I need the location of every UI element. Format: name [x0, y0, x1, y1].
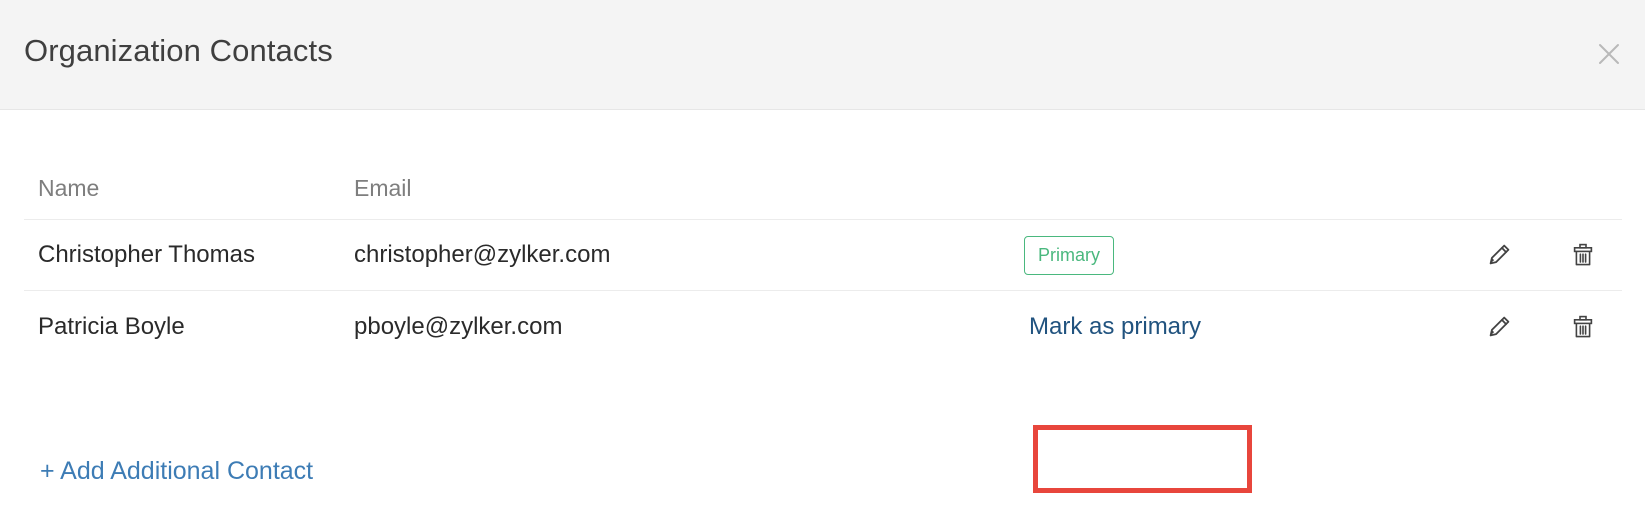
- delete-contact-button[interactable]: [1560, 304, 1606, 350]
- close-button[interactable]: [1591, 36, 1627, 72]
- contact-status-cell: Mark as primary: [1004, 313, 1324, 341]
- contact-status-cell: Primary: [1004, 235, 1324, 275]
- pencil-icon: [1485, 241, 1513, 269]
- add-additional-contact-link[interactable]: + Add Additional Contact: [40, 457, 313, 486]
- contacts-table: Name Email Christopher Thomas christophe…: [24, 158, 1622, 362]
- page-title: Organization Contacts: [24, 33, 333, 68]
- organization-contacts-dialog: Organization Contacts Name Email Christo…: [0, 0, 1645, 512]
- contact-email: pboyle@zylker.com: [354, 312, 563, 340]
- status-badge: Primary: [1024, 235, 1114, 275]
- column-header-email-cell: Email: [344, 175, 1004, 202]
- contact-name: Patricia Boyle: [38, 312, 185, 340]
- mark-as-primary-link[interactable]: Mark as primary: [1029, 313, 1201, 341]
- column-header-name-cell: Name: [24, 175, 344, 202]
- table-row: Christopher Thomas christopher@zylker.co…: [24, 220, 1622, 291]
- edit-contact-button[interactable]: [1476, 304, 1522, 350]
- column-header-name: Name: [38, 175, 100, 201]
- contact-actions-cell: [1324, 304, 1622, 350]
- table-header-row: Name Email: [24, 158, 1622, 220]
- contact-email-cell: pboyle@zylker.com: [344, 313, 1004, 341]
- contact-actions-cell: [1324, 232, 1622, 278]
- contact-name-cell: Patricia Boyle: [24, 313, 344, 341]
- delete-contact-button[interactable]: [1560, 232, 1606, 278]
- close-icon: [1596, 41, 1622, 67]
- edit-contact-button[interactable]: [1476, 232, 1522, 278]
- contact-name-cell: Christopher Thomas: [24, 241, 344, 269]
- table-row: Patricia Boyle pboyle@zylker.com Mark as…: [24, 291, 1622, 362]
- dialog-body: Name Email Christopher Thomas christophe…: [0, 110, 1645, 511]
- pencil-icon: [1485, 313, 1513, 341]
- contact-name: Christopher Thomas: [38, 241, 255, 268]
- contact-email-cell: christopher@zylker.com: [344, 241, 1004, 269]
- trash-icon: [1569, 313, 1597, 341]
- dialog-header: Organization Contacts: [0, 0, 1645, 110]
- contact-email: christopher@zylker.com: [354, 241, 611, 268]
- highlight-annotation-box: [1033, 425, 1252, 493]
- trash-icon: [1569, 241, 1597, 269]
- column-header-email: Email: [354, 175, 412, 201]
